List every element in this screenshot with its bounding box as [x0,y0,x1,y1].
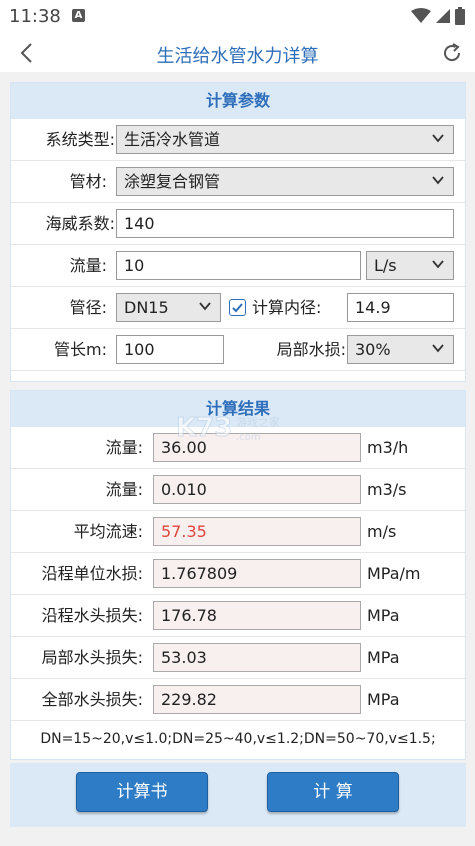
result-row: 局部水头损失: 53.03 MPa [11,637,465,679]
params-heading: 计算参数 [11,83,465,119]
result-unit: MPa/m [367,564,421,583]
system-type-label: 系统类型: [45,130,115,149]
length-input[interactable]: 100 [116,335,224,364]
calculate-button[interactable]: 计 算 [267,772,399,812]
result-row: 沿程水头损失: 176.78 MPa [11,595,465,637]
hazen-input[interactable]: 140 [116,209,454,238]
system-type-select[interactable]: 生活冷水管道 [116,125,454,154]
result-value: 1.767809 [153,559,361,588]
inner-diameter-input[interactable]: 14.9 [347,293,454,322]
chevron-down-icon [432,176,444,185]
flow-unit-value: L/s [374,256,397,275]
signal-icon [436,9,450,23]
result-row: 沿程单位水损: 1.767809 MPa/m [11,553,465,595]
result-label: 沿程水头损失: [41,606,143,625]
flow-row: 流量: 10 L/s [11,245,465,287]
flow-unit-select[interactable]: L/s [366,251,454,280]
chevron-down-icon [432,260,444,269]
diameter-value: DN15 [124,298,169,317]
result-label: 局部水头损失: [41,648,143,667]
wifi-icon [411,8,431,23]
hazen-label: 海威系数: [45,214,115,233]
material-value: 涂塑复合钢管 [124,172,221,191]
length-label: 管长m: [54,340,107,359]
chevron-down-icon [199,302,211,311]
result-label: 沿程单位水损: [41,564,143,583]
page-title: 生活给水管水力详算 [156,46,319,67]
status-bar: 11:38 A [0,0,475,34]
system-type-row: 系统类型: 生活冷水管道 [11,119,465,161]
result-label: 平均流速: [73,522,143,541]
result-value: 53.03 [153,643,361,672]
result-unit: m3/h [367,438,409,457]
length-row: 管长m: 100 局部水损: 30% [11,329,465,371]
result-row: 流量: 0.010 m3/s [11,469,465,511]
result-label: 流量: [105,480,143,499]
chevron-down-icon [432,344,444,353]
hazen-row: 海威系数: 140 [11,203,465,245]
system-type-value: 生活冷水管道 [124,130,221,149]
inner-diameter-checkbox[interactable] [229,299,246,316]
velocity-note: DN=15~20,v≤1.0;DN=25~40,v≤1.2;DN=50~70,v… [40,731,436,747]
watermark-logo: K73 游戏之家 .com [176,413,281,444]
svg-text:K73: K73 [176,413,232,443]
params-panel: 计算参数 系统类型: 生活冷水管道 管材: 涂塑复合钢管 海威系数: 140 流… [10,82,466,382]
material-label: 管材: [69,172,107,191]
chevron-down-icon [432,134,444,143]
result-row: 全部水头损失: 229.82 MPa [11,679,465,721]
local-loss-label: 局部水损: [276,340,346,359]
svg-text:.com: .com [236,432,261,443]
status-time: 11:38 [9,6,61,27]
diameter-label: 管径: [69,298,107,317]
notification-icon: A [72,9,85,22]
result-unit: MPa [367,648,400,667]
local-loss-select[interactable]: 30% [347,335,454,364]
battery-icon [455,7,465,25]
result-value: 0.010 [153,475,361,504]
app-bar: 生活给水管水力详算 [0,34,475,72]
result-value: 229.82 [153,685,361,714]
result-label: 流量: [105,438,143,457]
diameter-row: 管径: DN15 计算内径: 14.9 [11,287,465,329]
inner-diameter-label: 计算内径: [252,298,322,317]
result-row: 平均流速: 57.35 m/s [11,511,465,553]
local-loss-value: 30% [355,340,391,359]
checkmark-icon [232,303,243,313]
result-unit: m3/s [367,480,407,499]
result-value-velocity: 57.35 [153,517,361,546]
action-bar: 计算书 计 算 [10,763,466,827]
refresh-icon[interactable] [437,38,467,68]
result-unit: MPa [367,606,400,625]
material-row: 管材: 涂塑复合钢管 [11,161,465,203]
result-unit: m/s [367,522,397,541]
result-label: 全部水头损失: [41,690,143,709]
diameter-select[interactable]: DN15 [116,293,221,322]
report-button[interactable]: 计算书 [76,772,208,812]
material-select[interactable]: 涂塑复合钢管 [116,167,454,196]
content-area: 计算参数 系统类型: 生活冷水管道 管材: 涂塑复合钢管 海威系数: 140 流… [0,72,475,846]
result-value: 176.78 [153,601,361,630]
svg-text:游戏之家: 游戏之家 [236,415,280,429]
flow-input[interactable]: 10 [116,251,361,280]
status-icons [411,7,465,25]
result-unit: MPa [367,690,400,709]
flow-label: 流量: [69,256,107,275]
